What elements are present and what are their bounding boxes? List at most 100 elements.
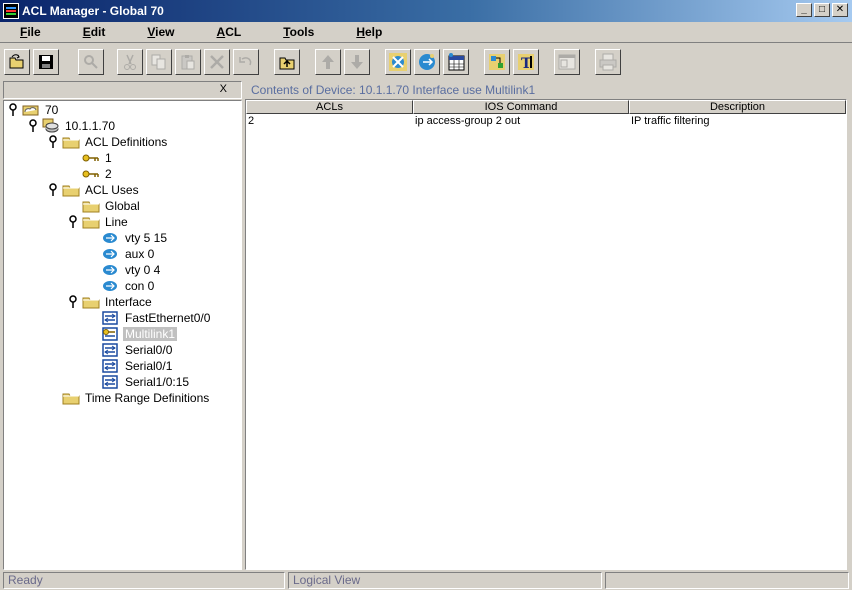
- tree-node[interactable]: Multilink1: [102, 326, 178, 342]
- device-tree: 70 10.1.1.70 ACL Definitions 1 2 ACL Uses Glob…: [3, 100, 242, 570]
- tree-node-label: 1: [105, 151, 112, 165]
- find-button[interactable]: [78, 49, 104, 75]
- text-editor-button[interactable]: T: [513, 49, 539, 75]
- find-icon: [84, 55, 98, 69]
- column-header-ios-command[interactable]: IOS Command: [413, 100, 629, 114]
- minimize-button[interactable]: _: [796, 3, 812, 17]
- folder-icon: [62, 135, 80, 149]
- tree-node-label: Serial1/0:15: [125, 375, 190, 389]
- topology-button[interactable]: [484, 49, 510, 75]
- undo-icon: [239, 57, 252, 66]
- table-row[interactable]: 2 ip access-group 2 out IP traffic filte…: [246, 114, 846, 129]
- status-view: Logical View: [288, 572, 602, 589]
- menu-tools[interactable]: Tools: [273, 25, 324, 39]
- tree-node[interactable]: Serial1/0:15: [102, 374, 191, 390]
- tree-node[interactable]: FastEthernet0/0: [102, 310, 212, 326]
- window-icon: [558, 54, 576, 70]
- expand-toggle-icon[interactable]: [68, 295, 78, 309]
- maximize-button[interactable]: □: [814, 3, 830, 17]
- copy-button[interactable]: [146, 49, 172, 75]
- window-button[interactable]: [554, 49, 580, 75]
- acl-table: ACLs IOS Command Description 2 ip access…: [245, 99, 847, 570]
- cell-description: IP traffic filtering: [631, 115, 710, 127]
- tree-panel: X 70 10.1.1.70 ACL Definitions 1 2 ACL Uses Gl…: [3, 81, 242, 570]
- menu-edit[interactable]: Edit: [73, 25, 116, 39]
- delete-icon: [210, 55, 224, 69]
- tree-node[interactable]: vty 5 15: [102, 230, 169, 246]
- menu-file[interactable]: File: [10, 25, 51, 39]
- tree-node[interactable]: 1: [82, 150, 114, 166]
- tree-node-label: vty 0 4: [125, 263, 161, 277]
- tree-node[interactable]: vty 0 4: [102, 262, 162, 278]
- cut-icon: [124, 54, 136, 70]
- menu-view[interactable]: View: [137, 25, 184, 39]
- tree-node[interactable]: ACL Definitions: [62, 134, 169, 150]
- app-icon: [3, 3, 19, 19]
- save-button[interactable]: [33, 49, 59, 75]
- tree-node[interactable]: Serial0/1: [102, 358, 174, 374]
- move-up-button[interactable]: [315, 49, 341, 75]
- copy-icon: [151, 54, 166, 70]
- title-bar: ACL Manager - Global 70 _ □ ✕: [0, 0, 852, 22]
- tree-node-label: Multilink1: [123, 327, 178, 341]
- tree-node[interactable]: Serial0/0: [102, 342, 174, 358]
- column-header-acls[interactable]: ACLs: [246, 100, 413, 114]
- interface-key-icon: [102, 327, 120, 341]
- line-icon: [102, 279, 120, 293]
- close-button[interactable]: ✕: [832, 3, 848, 17]
- tree-node[interactable]: 70: [22, 102, 60, 118]
- acl-wizard-button[interactable]: [385, 49, 411, 75]
- print-button[interactable]: [595, 49, 621, 75]
- status-extra: [605, 572, 849, 589]
- cell-acl: 2: [248, 115, 255, 127]
- tree-node[interactable]: 2: [82, 166, 114, 182]
- menu-acl[interactable]: ACL: [207, 25, 252, 39]
- tree-node[interactable]: Line: [82, 214, 130, 230]
- column-header-description[interactable]: Description: [629, 100, 846, 114]
- tree-node-label: ACL Definitions: [85, 135, 168, 149]
- tree-node-label: FastEthernet0/0: [125, 311, 211, 325]
- menu-help[interactable]: Help: [346, 25, 392, 39]
- tree-node-label: aux 0: [125, 247, 155, 261]
- expand-toggle-icon[interactable]: [8, 103, 18, 117]
- tree-node-label: Line: [105, 215, 128, 229]
- text-editor-icon: T: [518, 54, 534, 72]
- up-level-button[interactable]: [274, 49, 300, 75]
- paste-button[interactable]: [175, 49, 201, 75]
- deploy-button[interactable]: [414, 49, 440, 75]
- tree-node[interactable]: Interface: [82, 294, 154, 310]
- tree-node[interactable]: Time Range Definitions: [62, 390, 211, 406]
- window-controls: _ □ ✕: [796, 3, 848, 17]
- expand-toggle-icon[interactable]: [48, 183, 58, 197]
- tree-node[interactable]: Global: [82, 198, 142, 214]
- status-bar: Ready Logical View: [0, 571, 852, 590]
- tree-node[interactable]: ACL Uses: [62, 182, 141, 198]
- open-button[interactable]: [4, 49, 30, 75]
- tree-node[interactable]: aux 0: [102, 246, 156, 262]
- folder-icon: [82, 199, 100, 213]
- cloud-icon: [22, 103, 40, 117]
- tree-node-label: Time Range Definitions: [85, 391, 210, 405]
- tree-node-label: 10.1.1.70: [65, 119, 116, 133]
- move-up-icon: [322, 55, 334, 69]
- move-down-button[interactable]: [344, 49, 370, 75]
- delete-button[interactable]: [204, 49, 230, 75]
- topology-icon: [489, 54, 505, 70]
- tree-panel-header: X: [3, 81, 242, 99]
- tree-node-label: 70: [45, 103, 59, 117]
- tree-panel-close-button[interactable]: X: [220, 83, 227, 95]
- interface-icon: [102, 359, 120, 373]
- line-icon: [102, 263, 120, 277]
- expand-toggle-icon[interactable]: [68, 215, 78, 229]
- expand-toggle-icon[interactable]: [48, 135, 58, 149]
- cut-button[interactable]: [117, 49, 143, 75]
- window-title: ACL Manager - Global 70: [22, 4, 164, 18]
- expand-toggle-icon[interactable]: [28, 119, 38, 133]
- schedule-button[interactable]: [443, 49, 469, 75]
- interface-icon: [102, 375, 120, 389]
- tree-node-label: Serial0/1: [125, 359, 173, 373]
- tree-node[interactable]: 10.1.1.70: [42, 118, 117, 134]
- tree-node[interactable]: con 0: [102, 278, 156, 294]
- tree-node-label: Serial0/0: [125, 343, 173, 357]
- undo-button[interactable]: [233, 49, 259, 75]
